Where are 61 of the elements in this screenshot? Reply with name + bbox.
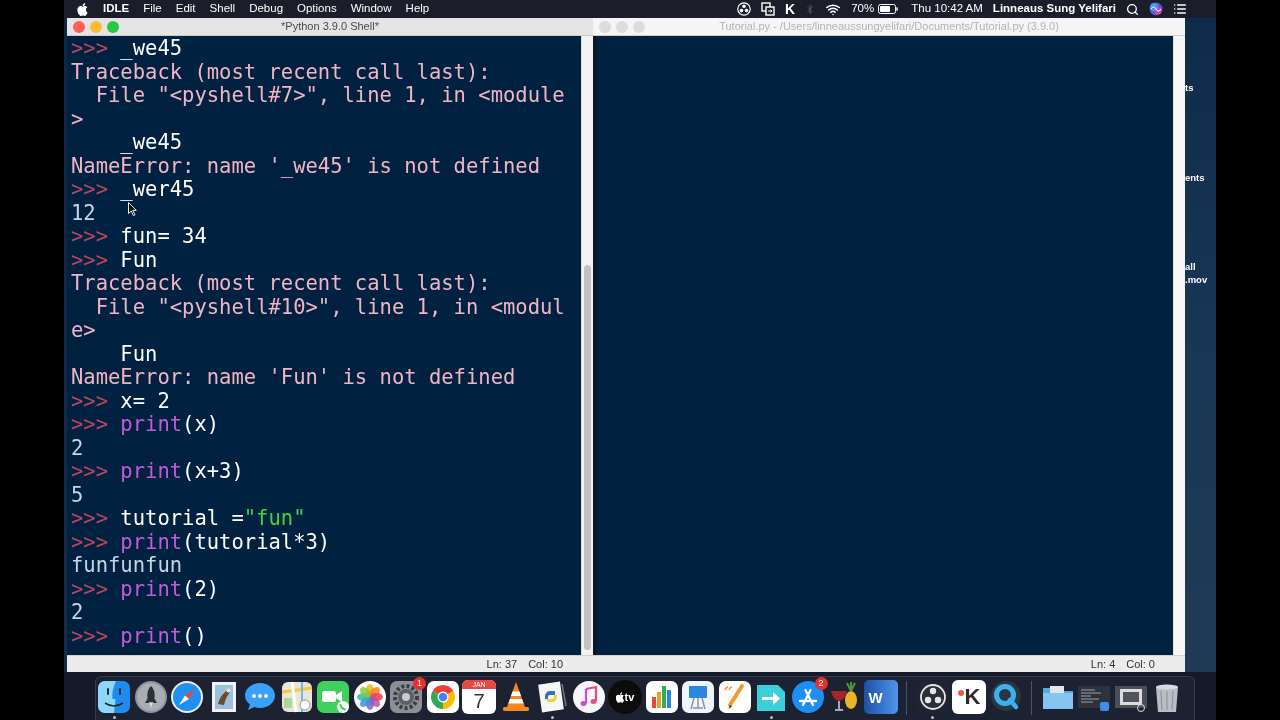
menu-item[interactable]: Shell [202,0,243,18]
crossed-pencils-icon[interactable] [790,680,825,714]
scrollbar[interactable] [581,36,593,655]
document-icon[interactable] [535,680,569,714]
tv-label: tv [624,691,635,703]
file-label[interactable]: ts [1185,82,1216,94]
calendar-day: 7 [462,689,496,713]
bar-chart-icon[interactable] [644,680,679,714]
file-label[interactable]: ents [1185,172,1216,184]
map-icon[interactable] [279,680,314,714]
ring-icon[interactable] [988,680,1023,714]
status-menu-item[interactable]: K [785,2,796,16]
user-name[interactable]: Linneaus Sung Yelifari [992,0,1116,18]
scrollbar[interactable] [1173,36,1185,655]
flower-icon[interactable] [352,680,387,714]
tile-letter: K [964,686,981,708]
menu-item[interactable]: Options [290,0,344,18]
dot-icon [957,689,964,696]
clock[interactable]: Thu 10:42 AM [911,0,983,18]
tv-tile[interactable]: tv [608,680,642,714]
app-menu[interactable]: IDLE [96,0,137,18]
menu-item[interactable]: Debug [242,0,291,18]
letter-tile[interactable]: W [863,680,898,714]
error-text: > [71,105,84,133]
three-dot-circle-icon[interactable] [737,2,752,16]
error-text: e> [71,317,96,345]
rocket-icon[interactable] [133,680,168,714]
smiling-face-icon[interactable] [97,680,131,714]
window-title: Tutorial.py - /Users/linneaussungyelifari/Documents/Tutorial.py (3.9.0) [719,19,1059,35]
file-label[interactable]: all [1185,261,1216,273]
battery-percent: 70% [851,1,875,17]
menu-item[interactable]: Window [343,0,399,18]
camera-phone-icon[interactable] [316,680,350,714]
code-text: print() [120,622,207,650]
music-note-icon[interactable] [571,680,606,714]
mouse-pointer-icon [128,202,137,216]
letter-tile[interactable]: K [952,680,986,714]
menu-item[interactable]: File [136,0,169,18]
gear-icon[interactable] [389,680,423,714]
file-label[interactable]: .mov [1185,274,1216,286]
shell-output-area[interactable] [67,36,581,655]
notification-badge: 1 [413,677,426,690]
apple-icon [615,691,624,703]
column-number: Col: 10 [528,656,563,672]
code-text: print(x+3) [120,458,244,486]
podium-icon[interactable] [681,680,715,714]
column-number: Col: 0 [1126,656,1155,672]
compass-icon[interactable] [170,680,204,714]
line-number: Ln: 37 [486,656,518,672]
menu-item[interactable]: Edit [168,0,203,18]
menu-item[interactable]: Help [398,0,437,18]
pen-icon[interactable] [717,680,752,714]
battery-icon[interactable] [878,4,899,14]
wifi-icon[interactable] [825,1,842,17]
line-number: Ln: 4 [1090,656,1116,672]
list-icon[interactable] [1173,2,1187,16]
orb-icon[interactable] [1149,2,1163,16]
apple-logo-icon[interactable] [77,2,88,16]
search-icon[interactable] [1126,2,1139,16]
window-title: *Python 3.9.0 Shell* [281,19,379,35]
overlapping-squares-icon[interactable] [761,2,776,16]
